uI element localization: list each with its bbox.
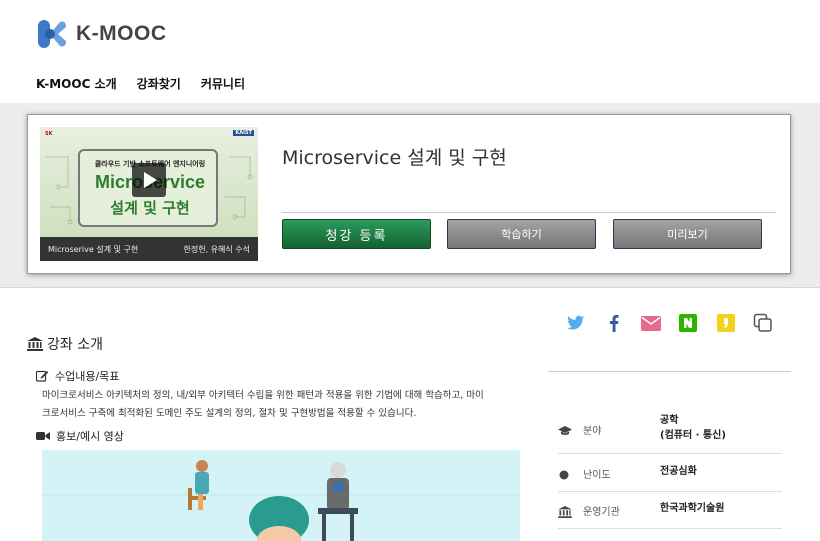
level-label: 난이도 <box>583 470 611 481</box>
org-value: 한국과학기술원 <box>660 503 725 514</box>
field-value: 공학 (컴퓨터 · 통신) <box>660 413 726 443</box>
institution-icon <box>27 337 43 351</box>
info-row-field: 분야 공학 (컴퓨터 · 통신) <box>558 408 782 454</box>
main-nav: K-MOOC 소개 강좌찾기 커뮤니티 <box>36 75 245 92</box>
twitter-icon[interactable] <box>566 313 586 333</box>
promo-video[interactable] <box>42 450 520 541</box>
field-value-line2: (컴퓨터 · 통신) <box>660 430 726 441</box>
goal-heading: 수업내용/목표 <box>35 368 120 384</box>
thumbnail-title-line2: 설계 및 구현 <box>110 199 190 217</box>
thumbnail-caption-instructors: 한정헌, 유혜식 수석 <box>183 244 250 254</box>
video-heading: 홍보/예시 영상 <box>36 428 124 444</box>
course-thumbnail[interactable]: SK KAIST 클라우드 기반 소프트웨어 엔지니어링 Microservic… <box>40 127 258 261</box>
video-title: 홍보/예시 영상 <box>56 430 124 443</box>
facebook-icon[interactable] <box>604 313 624 333</box>
video-camera-icon <box>36 431 50 441</box>
kaist-badge: KAIST <box>233 130 254 136</box>
nav-item-about[interactable]: K-MOOC 소개 <box>36 75 117 92</box>
info-panel-divider <box>548 371 791 372</box>
play-icon[interactable] <box>132 163 166 197</box>
course-card: SK KAIST 클라우드 기반 소프트웨어 엔지니어링 Microservic… <box>27 114 791 274</box>
info-row-level: 난이도 전공심화 <box>558 454 782 492</box>
org-label: 운영기관 <box>583 507 620 518</box>
k-logo-icon <box>36 18 68 50</box>
title-divider <box>282 212 776 213</box>
thumbnail-caption-bar: Microserive 설계 및 구현 한정헌, 유혜식 수석 <box>40 237 258 261</box>
video-illustration <box>42 460 520 541</box>
nav-item-community[interactable]: 커뮤니티 <box>201 75 245 92</box>
copy-icon[interactable] <box>753 313 773 333</box>
thumbnail-image: SK KAIST 클라우드 기반 소프트웨어 엔지니어링 Microservic… <box>40 127 258 237</box>
goal-title: 수업내용/목표 <box>55 370 120 383</box>
institution-icon <box>558 503 572 518</box>
preview-button[interactable]: 미리보기 <box>613 219 762 249</box>
course-title: Microservice 설계 및 구현 <box>282 147 507 169</box>
nav-item-course-search[interactable]: 강좌찾기 <box>137 75 181 92</box>
learn-button[interactable]: 학습하기 <box>447 219 596 249</box>
section-intro-heading: 강좌 소개 <box>27 334 103 354</box>
site-header: K-MOOC K-MOOC 소개 강좌찾기 커뮤니티 <box>0 0 820 103</box>
info-row-org: 운영기관 한국과학기술원 <box>558 492 782 529</box>
field-label: 분야 <box>583 426 602 437</box>
edit-icon <box>35 370 49 382</box>
level-icon <box>558 466 572 480</box>
graduation-cap-icon <box>558 422 572 435</box>
goal-description: 마이크로서비스 아키텍처의 정의, 내/외부 아키텍터 수립을 위한 패턴과 적… <box>42 387 522 423</box>
enroll-button[interactable]: 청강 등록 <box>282 219 431 249</box>
field-value-line1: 공학 <box>660 415 679 426</box>
section-intro-title: 강좌 소개 <box>47 337 103 353</box>
goal-description-line1: 마이크로서비스 아키텍처의 정의, 내/외부 아키텍터 수립을 위한 패턴과 적… <box>42 390 484 401</box>
brand-name: K-MOOC <box>76 22 167 45</box>
email-icon[interactable] <box>641 313 661 333</box>
naver-icon[interactable] <box>678 313 698 333</box>
level-value: 전공심화 <box>660 466 697 477</box>
sk-badge: SK <box>45 131 53 137</box>
site-logo[interactable]: K-MOOC <box>36 18 167 50</box>
goal-description-line2: 크로서비스 구축에 최적화된 도메인 주도 설계의 정의, 절차 및 구현방법을… <box>42 408 417 419</box>
thumbnail-caption-title: Microserive 설계 및 구현 <box>48 244 139 254</box>
kakao-icon[interactable] <box>716 313 736 333</box>
